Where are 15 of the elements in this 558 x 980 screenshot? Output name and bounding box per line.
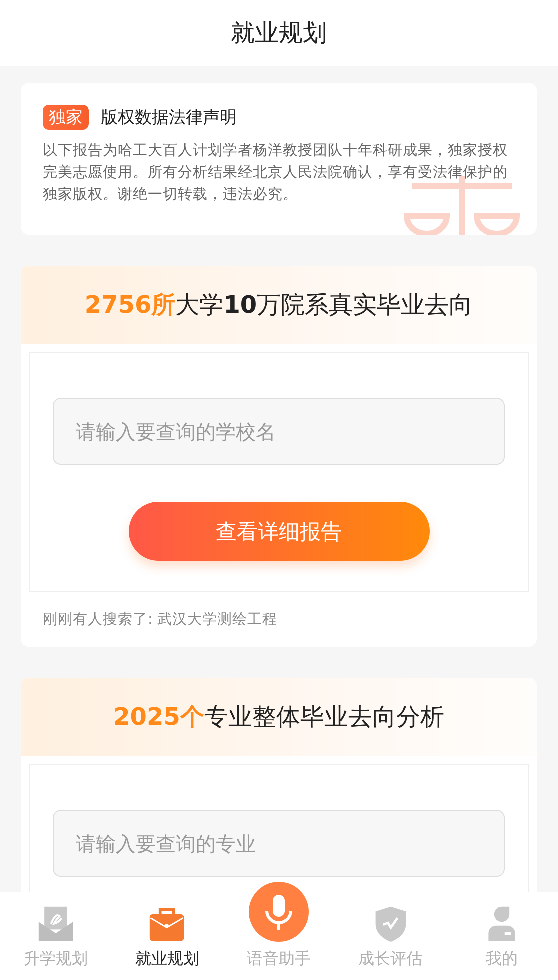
recent-search-text: 刚刚有人搜索了: 武汉大学测绘工程	[42, 611, 278, 630]
notice-text: 以下报告为哈工大百人计划学者杨洋教授团队十年科研成果，独家授权完美志愿使用。所有分析结果经北京人民法院确认，享有受法律保护的独家版权。谢绝一切转载，违法必究。	[43, 142, 509, 205]
view-report-button[interactable]: 查看详细报告	[128, 502, 430, 561]
page-title: 就业规划	[231, 18, 327, 49]
tab-item[interactable]: 升学规划	[0, 892, 112, 980]
envelope-icon	[36, 905, 75, 943]
notice-title: 版权数据法律声明	[101, 107, 237, 129]
card-title: 2025个专业整体毕业去向分析	[114, 702, 444, 733]
card-title: 2756所大学10万院系真实毕业去向	[84, 290, 474, 321]
search-field[interactable]: 请输入要查询的学校名	[53, 398, 505, 465]
tab-item[interactable]: 成长评估	[334, 892, 446, 980]
search-field[interactable]: 请输入要查询的专业	[53, 810, 505, 877]
tab-item[interactable]: 就业规划	[112, 892, 224, 980]
tab-item[interactable]: 我的	[446, 892, 558, 980]
exclusive-badge: 独家	[43, 105, 89, 130]
